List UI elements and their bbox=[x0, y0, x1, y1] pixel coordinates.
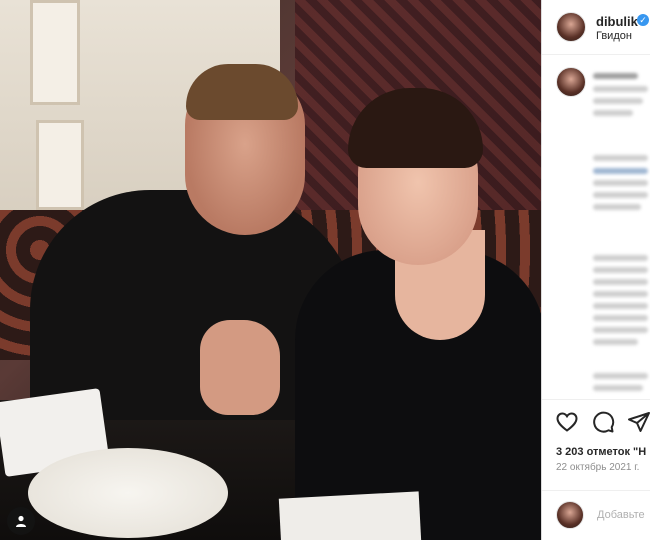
comment-input[interactable]: Добавьте bbox=[597, 509, 645, 521]
post-side-panel: dibulik ✓ Гвидон 3 203 отметок "Н 22 окт… bbox=[541, 0, 650, 540]
author-avatar[interactable] bbox=[556, 12, 586, 42]
caption-author-avatar[interactable] bbox=[556, 67, 586, 97]
napkin bbox=[278, 491, 422, 540]
post-photo[interactable] bbox=[0, 0, 541, 540]
post-header: dibulik ✓ Гвидон bbox=[542, 0, 650, 55]
post-date: 22 октябрь 2021 г. bbox=[556, 462, 640, 473]
action-bar bbox=[542, 400, 650, 438]
author-username[interactable]: dibulik bbox=[596, 14, 638, 29]
likes-count[interactable]: 3 203 отметок "Н bbox=[556, 446, 646, 458]
viewer-avatar bbox=[556, 501, 584, 529]
man-hand bbox=[200, 320, 280, 415]
tagged-users-button[interactable] bbox=[7, 507, 35, 535]
comment-icon[interactable] bbox=[591, 410, 615, 434]
comment-bar: Добавьте bbox=[542, 490, 650, 540]
caption-area bbox=[542, 55, 650, 400]
user-icon bbox=[16, 515, 26, 527]
man-hair bbox=[186, 64, 298, 120]
paper-plane-icon[interactable] bbox=[627, 410, 650, 434]
plate bbox=[28, 448, 228, 538]
post-location[interactable]: Гвидон bbox=[596, 30, 632, 42]
heart-icon[interactable] bbox=[555, 410, 579, 434]
verified-badge-icon: ✓ bbox=[637, 14, 649, 26]
